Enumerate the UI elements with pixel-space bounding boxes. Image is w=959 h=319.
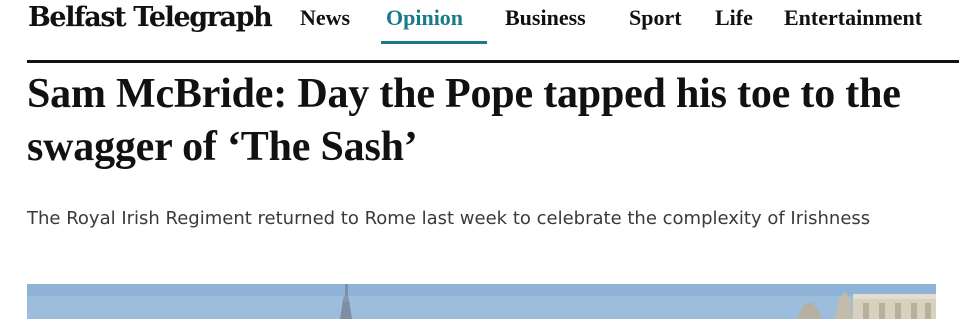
masthead-divider [27, 60, 959, 63]
nav-item-life[interactable]: Life [715, 5, 753, 31]
masthead: Belfast Telegraph News Opinion Business … [0, 0, 959, 63]
hero-image-graphic [27, 284, 936, 319]
nav-item-sport[interactable]: Sport [629, 5, 682, 31]
article-standfirst: The Royal Irish Regiment returned to Rom… [27, 208, 871, 229]
site-logo[interactable]: Belfast Telegraph [28, 2, 273, 33]
nav-item-news[interactable]: News [300, 5, 350, 31]
hero-image [27, 284, 936, 319]
nav-item-entertainment[interactable]: Entertainment [784, 5, 922, 31]
article-headline: Sam McBride: Day the Pope tapped his toe… [27, 71, 901, 170]
active-tab-indicator [381, 41, 487, 44]
nav-item-business[interactable]: Business [505, 5, 586, 31]
nav-item-opinion[interactable]: Opinion [386, 5, 463, 31]
